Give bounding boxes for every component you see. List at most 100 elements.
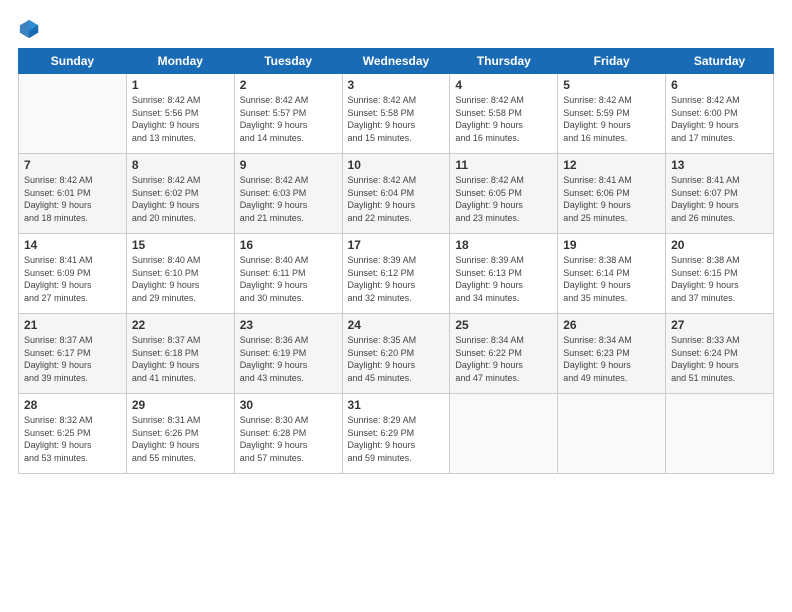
- cell-details: Sunrise: 8:35 AM Sunset: 6:20 PM Dayligh…: [348, 334, 445, 384]
- cell-details: Sunrise: 8:37 AM Sunset: 6:17 PM Dayligh…: [24, 334, 121, 384]
- cell-details: Sunrise: 8:34 AM Sunset: 6:23 PM Dayligh…: [563, 334, 660, 384]
- date-number: 29: [132, 398, 229, 412]
- cell-details: Sunrise: 8:29 AM Sunset: 6:29 PM Dayligh…: [348, 414, 445, 464]
- calendar-cell: 8 Sunrise: 8:42 AM Sunset: 6:02 PM Daylig…: [126, 154, 234, 234]
- calendar-cell: 1 Sunrise: 8:42 AM Sunset: 5:56 PM Daylig…: [126, 74, 234, 154]
- date-number: 9: [240, 158, 337, 172]
- cell-details: Sunrise: 8:41 AM Sunset: 6:09 PM Dayligh…: [24, 254, 121, 304]
- date-number: 31: [348, 398, 445, 412]
- cell-details: Sunrise: 8:42 AM Sunset: 6:00 PM Dayligh…: [671, 94, 768, 144]
- cell-details: Sunrise: 8:34 AM Sunset: 6:22 PM Dayligh…: [455, 334, 552, 384]
- calendar-cell: 18 Sunrise: 8:39 AM Sunset: 6:13 PM Dayli…: [450, 234, 558, 314]
- calendar-cell: [558, 394, 666, 474]
- calendar-cell: 19 Sunrise: 8:38 AM Sunset: 6:14 PM Dayli…: [558, 234, 666, 314]
- calendar-cell: 14 Sunrise: 8:41 AM Sunset: 6:09 PM Dayli…: [19, 234, 127, 314]
- date-number: 10: [348, 158, 445, 172]
- week-row-4: 21 Sunrise: 8:37 AM Sunset: 6:17 PM Dayli…: [19, 314, 774, 394]
- cell-details: Sunrise: 8:38 AM Sunset: 6:14 PM Dayligh…: [563, 254, 660, 304]
- date-number: 4: [455, 78, 552, 92]
- logo: [18, 18, 43, 40]
- date-number: 27: [671, 318, 768, 332]
- calendar-cell: 20Sunrise: 8:38 AM Sunset: 6:15 PM Dayli…: [666, 234, 774, 314]
- date-number: 18: [455, 238, 552, 252]
- calendar-cell: 7 Sunrise: 8:42 AM Sunset: 6:01 PM Daylig…: [19, 154, 127, 234]
- calendar-cell: 26 Sunrise: 8:34 AM Sunset: 6:23 PM Dayli…: [558, 314, 666, 394]
- calendar-cell: 24 Sunrise: 8:35 AM Sunset: 6:20 PM Dayli…: [342, 314, 450, 394]
- date-number: 14: [24, 238, 121, 252]
- cell-details: Sunrise: 8:40 AM Sunset: 6:10 PM Dayligh…: [132, 254, 229, 304]
- calendar-cell: 13Sunrise: 8:41 AM Sunset: 6:07 PM Dayli…: [666, 154, 774, 234]
- calendar-cell: 2 Sunrise: 8:42 AM Sunset: 5:57 PM Daylig…: [234, 74, 342, 154]
- date-number: 1: [132, 78, 229, 92]
- date-number: 16: [240, 238, 337, 252]
- date-number: 8: [132, 158, 229, 172]
- date-number: 17: [348, 238, 445, 252]
- day-header-wednesday: Wednesday: [342, 49, 450, 74]
- day-header-saturday: Saturday: [666, 49, 774, 74]
- date-number: 30: [240, 398, 337, 412]
- cell-details: Sunrise: 8:31 AM Sunset: 6:26 PM Dayligh…: [132, 414, 229, 464]
- cell-details: Sunrise: 8:42 AM Sunset: 6:02 PM Dayligh…: [132, 174, 229, 224]
- day-header-monday: Monday: [126, 49, 234, 74]
- date-number: 5: [563, 78, 660, 92]
- cell-details: Sunrise: 8:42 AM Sunset: 5:58 PM Dayligh…: [455, 94, 552, 144]
- week-row-3: 14 Sunrise: 8:41 AM Sunset: 6:09 PM Dayli…: [19, 234, 774, 314]
- calendar-cell: [19, 74, 127, 154]
- week-row-2: 7 Sunrise: 8:42 AM Sunset: 6:01 PM Daylig…: [19, 154, 774, 234]
- date-number: 26: [563, 318, 660, 332]
- header-row: SundayMondayTuesdayWednesdayThursdayFrid…: [19, 49, 774, 74]
- cell-details: Sunrise: 8:42 AM Sunset: 5:58 PM Dayligh…: [348, 94, 445, 144]
- cell-details: Sunrise: 8:42 AM Sunset: 6:01 PM Dayligh…: [24, 174, 121, 224]
- calendar-cell: 31 Sunrise: 8:29 AM Sunset: 6:29 PM Dayli…: [342, 394, 450, 474]
- date-number: 11: [455, 158, 552, 172]
- calendar-cell: 25 Sunrise: 8:34 AM Sunset: 6:22 PM Dayli…: [450, 314, 558, 394]
- calendar-cell: 29 Sunrise: 8:31 AM Sunset: 6:26 PM Dayli…: [126, 394, 234, 474]
- week-row-5: 28Sunrise: 8:32 AM Sunset: 6:25 PM Dayli…: [19, 394, 774, 474]
- calendar-cell: 15 Sunrise: 8:40 AM Sunset: 6:10 PM Dayli…: [126, 234, 234, 314]
- day-header-friday: Friday: [558, 49, 666, 74]
- cell-details: Sunrise: 8:36 AM Sunset: 6:19 PM Dayligh…: [240, 334, 337, 384]
- cell-details: Sunrise: 8:42 AM Sunset: 6:05 PM Dayligh…: [455, 174, 552, 224]
- cell-details: Sunrise: 8:42 AM Sunset: 5:56 PM Dayligh…: [132, 94, 229, 144]
- calendar-table: SundayMondayTuesdayWednesdayThursdayFrid…: [18, 48, 774, 474]
- cell-details: Sunrise: 8:37 AM Sunset: 6:18 PM Dayligh…: [132, 334, 229, 384]
- date-number: 12: [563, 158, 660, 172]
- calendar-cell: 28Sunrise: 8:32 AM Sunset: 6:25 PM Dayli…: [19, 394, 127, 474]
- calendar-cell: 27 Sunrise: 8:33 AM Sunset: 6:24 PM Dayli…: [666, 314, 774, 394]
- logo-icon: [18, 18, 40, 40]
- cell-details: Sunrise: 8:42 AM Sunset: 6:03 PM Dayligh…: [240, 174, 337, 224]
- date-number: 2: [240, 78, 337, 92]
- date-number: 25: [455, 318, 552, 332]
- calendar-cell: 21 Sunrise: 8:37 AM Sunset: 6:17 PM Dayli…: [19, 314, 127, 394]
- cell-details: Sunrise: 8:39 AM Sunset: 6:12 PM Dayligh…: [348, 254, 445, 304]
- day-header-thursday: Thursday: [450, 49, 558, 74]
- calendar-cell: 30 Sunrise: 8:30 AM Sunset: 6:28 PM Dayli…: [234, 394, 342, 474]
- day-header-sunday: Sunday: [19, 49, 127, 74]
- date-number: 21: [24, 318, 121, 332]
- cell-details: Sunrise: 8:41 AM Sunset: 6:06 PM Dayligh…: [563, 174, 660, 224]
- cell-details: Sunrise: 8:42 AM Sunset: 5:57 PM Dayligh…: [240, 94, 337, 144]
- calendar-cell: 3Sunrise: 8:42 AM Sunset: 5:58 PM Daylig…: [342, 74, 450, 154]
- date-number: 28: [24, 398, 121, 412]
- date-number: 24: [348, 318, 445, 332]
- week-row-1: 1 Sunrise: 8:42 AM Sunset: 5:56 PM Daylig…: [19, 74, 774, 154]
- cell-details: Sunrise: 8:30 AM Sunset: 6:28 PM Dayligh…: [240, 414, 337, 464]
- calendar-cell: 4 Sunrise: 8:42 AM Sunset: 5:58 PM Daylig…: [450, 74, 558, 154]
- calendar-cell: 6Sunrise: 8:42 AM Sunset: 6:00 PM Daylig…: [666, 74, 774, 154]
- cell-details: Sunrise: 8:42 AM Sunset: 5:59 PM Dayligh…: [563, 94, 660, 144]
- calendar-cell: 12 Sunrise: 8:41 AM Sunset: 6:06 PM Dayli…: [558, 154, 666, 234]
- calendar-cell: 10 Sunrise: 8:42 AM Sunset: 6:04 PM Dayli…: [342, 154, 450, 234]
- day-header-tuesday: Tuesday: [234, 49, 342, 74]
- date-number: 19: [563, 238, 660, 252]
- cell-details: Sunrise: 8:42 AM Sunset: 6:04 PM Dayligh…: [348, 174, 445, 224]
- date-number: 23: [240, 318, 337, 332]
- date-number: 15: [132, 238, 229, 252]
- date-number: 13: [671, 158, 768, 172]
- date-number: 20: [671, 238, 768, 252]
- date-number: 7: [24, 158, 121, 172]
- calendar-cell: 17 Sunrise: 8:39 AM Sunset: 6:12 PM Dayli…: [342, 234, 450, 314]
- calendar-cell: [450, 394, 558, 474]
- cell-details: Sunrise: 8:33 AM Sunset: 6:24 PM Dayligh…: [671, 334, 768, 384]
- cell-details: Sunrise: 8:40 AM Sunset: 6:11 PM Dayligh…: [240, 254, 337, 304]
- cell-details: Sunrise: 8:39 AM Sunset: 6:13 PM Dayligh…: [455, 254, 552, 304]
